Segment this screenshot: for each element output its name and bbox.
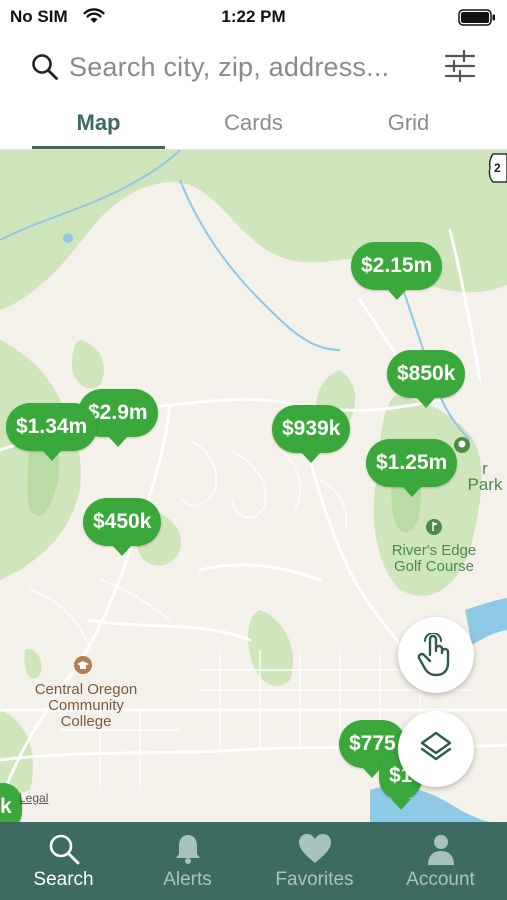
highway-shield-number: 2 <box>494 161 501 175</box>
person-icon <box>427 835 454 865</box>
status-bar: No SIM 1:22 PM <box>0 0 507 36</box>
search-input[interactable]: Search city, zip, address... <box>69 52 389 83</box>
golf-icon <box>426 519 442 535</box>
bottom-nav: Search Alerts Favorites Account <box>0 822 507 900</box>
search-icon <box>32 54 58 80</box>
nav-search-label: Search <box>33 869 94 890</box>
active-tab-indicator <box>32 146 165 149</box>
draw-area-button[interactable] <box>398 617 474 693</box>
college-label: Central Oregon Community College <box>12 682 160 730</box>
tab-cards[interactable]: Cards <box>188 110 319 136</box>
price-pin[interactable]: $1.34m <box>6 403 98 461</box>
college-label-line1: Central Oregon <box>34 681 138 698</box>
nav-favorites-label: Favorites <box>275 869 354 890</box>
search-icon <box>49 834 79 865</box>
golf-course-label: River's Edge Golf Course <box>370 543 498 575</box>
nav-account[interactable]: Account <box>377 822 504 900</box>
layers-icon <box>420 731 452 761</box>
search-bar[interactable]: Search city, zip, address... <box>0 44 507 94</box>
nav-alerts-label: Alerts <box>163 869 212 890</box>
bell-icon <box>175 835 200 864</box>
battery-icon <box>458 9 495 26</box>
college-label-line2: Community <box>48 697 124 714</box>
golf-course-label-line2: Golf Course <box>393 558 475 575</box>
tab-map[interactable]: Map <box>32 110 165 136</box>
golf-course-label-line1: River's Edge <box>391 542 477 559</box>
nav-favorites[interactable]: Favorites <box>251 822 378 900</box>
price-pin[interactable]: $939k <box>272 405 351 463</box>
college-label-line3: College <box>60 713 112 730</box>
filter-sliders-icon[interactable] <box>443 48 477 84</box>
nav-account-label: Account <box>406 869 475 890</box>
nav-search[interactable]: Search <box>0 822 127 900</box>
status-time: 1:22 PM <box>221 7 286 26</box>
tab-grid[interactable]: Grid <box>342 110 475 136</box>
view-tabs: Map Cards Grid <box>0 102 507 150</box>
price-pin[interactable]: $450k <box>83 498 162 556</box>
price-pin[interactable]: $850k <box>387 350 466 408</box>
price-pin[interactable]: $2.15m <box>351 242 443 300</box>
hand-pointer-icon <box>417 633 450 677</box>
park-icon <box>454 437 470 453</box>
heart-icon <box>298 834 331 863</box>
price-pin[interactable]: $1.25m <box>366 439 458 497</box>
park-label: r Park <box>467 459 503 494</box>
legal-link[interactable]: Legal <box>19 791 48 805</box>
college-icon <box>74 656 92 674</box>
nav-alerts[interactable]: Alerts <box>124 822 251 900</box>
map-layers-button[interactable] <box>398 711 474 787</box>
map-view[interactable]: 2 r Park River's Edge Golf Course Centra… <box>0 150 507 822</box>
